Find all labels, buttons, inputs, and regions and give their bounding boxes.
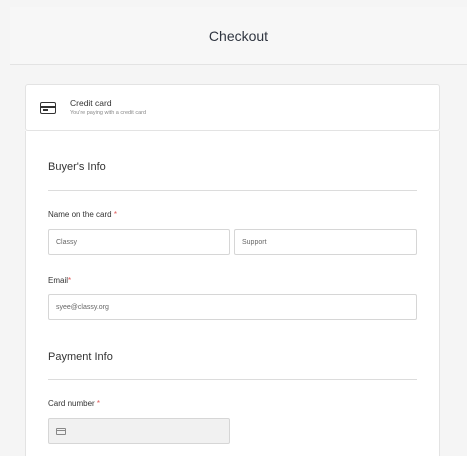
card-number-label: Card number * bbox=[48, 399, 100, 408]
required-marker: * bbox=[113, 210, 117, 219]
payment-info-heading: Payment Info bbox=[48, 351, 113, 363]
last-name-value: Support bbox=[242, 238, 267, 246]
buyer-info-divider bbox=[48, 190, 417, 191]
page-title: Checkout bbox=[208, 27, 269, 44]
payment-method-subtitle: You're paying with a credit card bbox=[70, 110, 147, 116]
email-label-text: Email bbox=[48, 276, 69, 285]
required-marker: * bbox=[68, 276, 72, 285]
name-on-card-label-text: Name on the card bbox=[48, 210, 112, 219]
first-name-value: Classy bbox=[56, 238, 78, 246]
required-marker: * bbox=[96, 399, 101, 408]
payment-method-text: Credit card You're paying with a credit … bbox=[70, 98, 146, 117]
buyer-info-heading: Buyer's Info bbox=[48, 161, 106, 173]
email-label: Email* bbox=[48, 276, 71, 285]
name-on-card-label: Name on the card * bbox=[48, 210, 117, 219]
payment-method-credit-card[interactable]: Credit card You're paying with a credit … bbox=[25, 84, 440, 131]
first-name-input[interactable]: Classy bbox=[48, 229, 230, 255]
payment-info-divider bbox=[48, 379, 417, 380]
checkout-form: Buyer's Info Name on the card * Classy S… bbox=[25, 131, 440, 456]
email-input[interactable]: syee@classy.org bbox=[48, 294, 417, 320]
email-value: syee@classy.org bbox=[56, 303, 109, 311]
card-number-input[interactable] bbox=[48, 418, 230, 444]
payment-method-title: Credit card bbox=[70, 98, 112, 108]
checkout-header: Checkout bbox=[10, 7, 467, 65]
credit-card-icon bbox=[40, 101, 56, 114]
last-name-input[interactable]: Support bbox=[234, 229, 417, 255]
card-number-label-text: Card number bbox=[48, 399, 95, 408]
credit-card-icon bbox=[56, 427, 66, 435]
